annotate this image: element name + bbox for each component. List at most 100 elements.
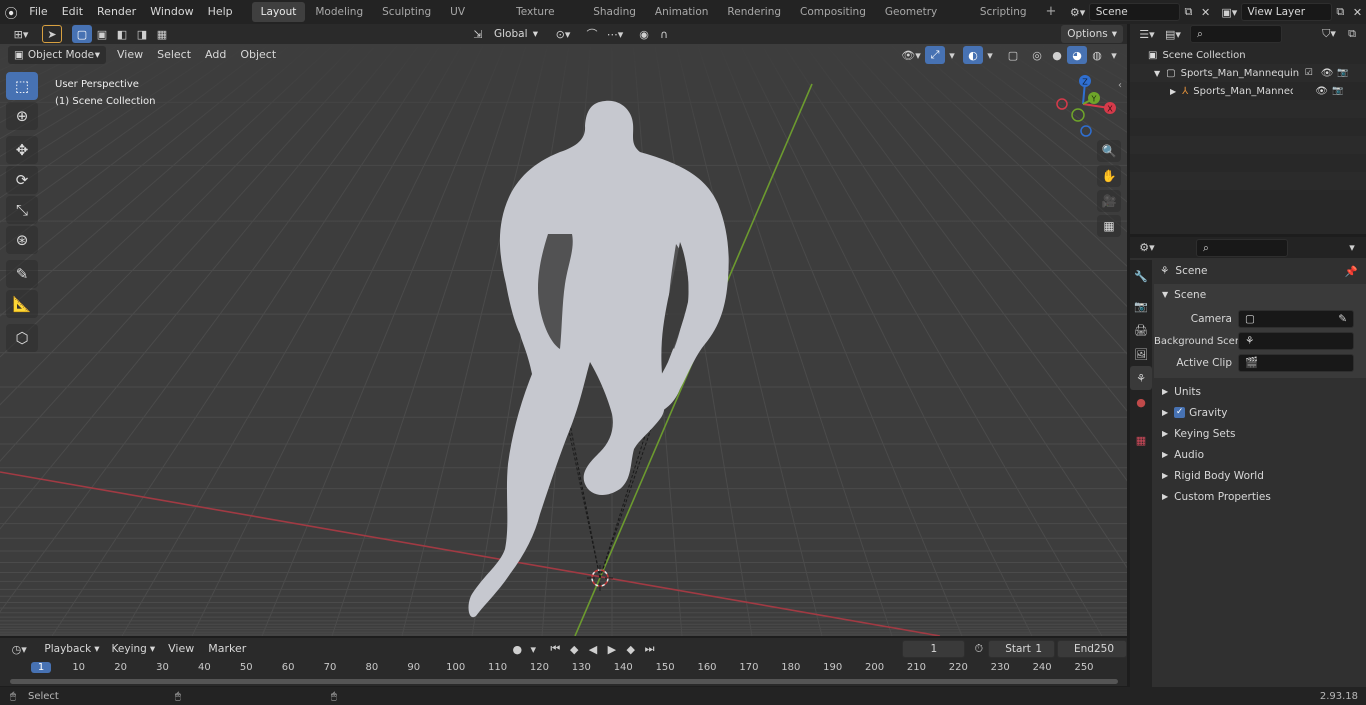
viewport-menu-view[interactable]: View bbox=[110, 45, 150, 65]
timeline-menu-marker[interactable]: Marker bbox=[201, 639, 253, 659]
transform-tool-icon[interactable]: ⊛ bbox=[6, 226, 38, 254]
texture-tab-icon[interactable]: ▦ bbox=[1130, 428, 1152, 452]
jump-start-icon[interactable]: ⏮ bbox=[546, 640, 565, 658]
play-icon[interactable]: ▶ bbox=[602, 640, 621, 658]
menu-edit[interactable]: Edit bbox=[55, 0, 90, 24]
jump-end-icon[interactable]: ⏭ bbox=[640, 640, 659, 658]
mode-dropdown[interactable]: ▣ Object Mode ▾ bbox=[8, 46, 106, 64]
editor-type-icon[interactable]: ⊞▾ bbox=[8, 25, 34, 43]
properties-options-icon[interactable]: ▾ bbox=[1342, 239, 1362, 257]
frame-ruler[interactable]: 1 10 20 30 40 50 60 70 80 90 100 110 120 130 140 150 160… bbox=[0, 662, 1127, 678]
delete-view-layer-icon[interactable]: ✕ bbox=[1349, 3, 1366, 21]
proportional-edit-icon[interactable]: ◉ bbox=[634, 25, 654, 43]
eye-icon[interactable]: 👁 bbox=[1321, 68, 1334, 79]
move-tool-icon[interactable]: ✥ bbox=[6, 136, 38, 164]
material-preview-icon[interactable]: ◕ bbox=[1067, 46, 1087, 64]
filter-icon[interactable]: ⛉▾ bbox=[1316, 25, 1342, 43]
outliner-search-input[interactable]: ⌕ bbox=[1190, 25, 1282, 43]
new-collection-icon[interactable]: ⧉ bbox=[1342, 25, 1362, 43]
transform-orientation-dropdown[interactable]: Global ▾ bbox=[488, 25, 544, 43]
scene-tab-icon[interactable]: ⚘ bbox=[1130, 366, 1152, 390]
tool-tab-icon[interactable]: 🔧 bbox=[1130, 264, 1152, 288]
background-scene-field[interactable]: ⚘ bbox=[1238, 332, 1354, 350]
orientation-icon[interactable]: ⇲ bbox=[468, 25, 488, 43]
timeline-scrollbar[interactable] bbox=[10, 679, 1118, 684]
scene-name-field[interactable]: Scene bbox=[1088, 3, 1180, 21]
select-extend-icon[interactable]: ▣ bbox=[92, 25, 112, 43]
current-frame-marker[interactable]: 1 bbox=[31, 662, 51, 673]
start-frame-field[interactable]: Start 1 bbox=[988, 640, 1055, 658]
view-layer-selector-icon[interactable]: ▣▾ bbox=[1218, 3, 1240, 21]
tab-rendering[interactable]: Rendering bbox=[718, 2, 790, 22]
sidebar-collapse-icon[interactable]: ‹ bbox=[1118, 80, 1122, 91]
expand-arrow-icon[interactable]: ▶ bbox=[1170, 87, 1176, 96]
panel-units-header[interactable]: ▶ Units bbox=[1154, 381, 1366, 402]
snap-icon[interactable]: ⌒ bbox=[582, 25, 602, 43]
tab-animation[interactable]: Animation bbox=[646, 2, 718, 22]
ortho-toggle-icon[interactable]: ▦ bbox=[1097, 215, 1121, 237]
solid-shading-icon[interactable]: ● bbox=[1047, 46, 1067, 64]
tab-compositing[interactable]: Compositing bbox=[791, 2, 875, 22]
tab-sculpting[interactable]: Sculpting bbox=[373, 2, 440, 22]
eye-icon[interactable]: 👁 bbox=[1315, 86, 1328, 97]
select-subtract-icon[interactable]: ◧ bbox=[112, 25, 132, 43]
tab-shading[interactable]: Shading bbox=[584, 2, 645, 22]
outliner-item-collection[interactable]: ▼ ▢ Sports_Man_Mannequin_Sittir ☑ 👁 📷 bbox=[1130, 64, 1366, 82]
properties-editor-type-icon[interactable]: ⚙▾ bbox=[1134, 239, 1160, 257]
stopwatch-icon[interactable]: ⏱ bbox=[969, 640, 988, 658]
camera-icon[interactable]: 📷 bbox=[1332, 86, 1343, 96]
pivot-point-icon[interactable]: ⊙▾ bbox=[550, 25, 576, 43]
world-tab-icon[interactable]: ● bbox=[1130, 390, 1152, 414]
view-layer-field[interactable]: View Layer bbox=[1240, 3, 1332, 21]
playback-dropdown[interactable]: Playback ▾ bbox=[38, 640, 106, 658]
panel-rigid-body-world-header[interactable]: ▶ Rigid Body World bbox=[1154, 465, 1366, 486]
next-keyframe-icon[interactable]: ◆ bbox=[621, 640, 640, 658]
3d-viewport[interactable]: Z X Y bbox=[0, 44, 1127, 636]
overlay-toggle-icon[interactable]: ◐ bbox=[963, 46, 983, 64]
annotate-tool-icon[interactable]: ✎ bbox=[6, 260, 38, 288]
properties-search-input[interactable]: ⌕ bbox=[1196, 238, 1288, 257]
new-scene-icon[interactable]: ⧉ bbox=[1180, 3, 1197, 21]
menu-file[interactable]: File bbox=[22, 0, 54, 24]
output-tab-icon[interactable]: 🖨 bbox=[1130, 318, 1152, 342]
proportional-falloff-icon[interactable]: ∩ bbox=[654, 25, 674, 43]
shading-dropdown-icon[interactable]: ▾ bbox=[1107, 46, 1121, 64]
overlay-dropdown-icon[interactable]: ▾ bbox=[983, 46, 997, 64]
menu-window[interactable]: Window bbox=[143, 0, 200, 24]
tab-modeling[interactable]: Modeling bbox=[306, 2, 372, 22]
eyedropper-icon[interactable]: ✎ bbox=[1338, 311, 1347, 327]
select-tool-icon[interactable]: ➤ bbox=[42, 25, 62, 43]
wireframe-shading-icon[interactable]: ◎ bbox=[1027, 46, 1047, 64]
rotate-tool-icon[interactable]: ⟳ bbox=[6, 166, 38, 194]
record-icon[interactable]: ● bbox=[508, 640, 527, 658]
select-new-icon[interactable]: ▢ bbox=[72, 25, 92, 43]
outliner-editor-type-icon[interactable]: ☰▾ bbox=[1134, 25, 1160, 43]
scene-selector-icon[interactable]: ⚙▾ bbox=[1066, 3, 1088, 21]
cursor-tool-icon[interactable]: ⊕ bbox=[6, 102, 38, 130]
pin-icon[interactable]: 📌 bbox=[1345, 265, 1358, 278]
pan-hand-icon[interactable]: ✋ bbox=[1097, 165, 1121, 187]
snap-target-icon[interactable]: ⋯▾ bbox=[602, 25, 628, 43]
menu-help[interactable]: Help bbox=[201, 0, 240, 24]
zoom-icon[interactable]: 🔍 bbox=[1097, 140, 1121, 162]
active-clip-field[interactable]: 🎬 bbox=[1238, 354, 1354, 372]
gizmo-dropdown-icon[interactable]: ▾ bbox=[945, 46, 959, 64]
add-cube-tool-icon[interactable]: ⬡ bbox=[6, 324, 38, 352]
tab-texture-paint[interactable]: Texture Paint bbox=[507, 2, 583, 38]
tab-geometry-nodes[interactable]: Geometry Nodes bbox=[876, 2, 970, 38]
view-layer-tab-icon[interactable]: 🖼 bbox=[1130, 342, 1152, 366]
camera-field[interactable]: ▢ ✎ bbox=[1238, 310, 1354, 328]
viewport-menu-object[interactable]: Object bbox=[233, 45, 283, 65]
xray-toggle-icon[interactable]: ▢ bbox=[1003, 46, 1023, 64]
tab-uv-editing[interactable]: UV Editing bbox=[441, 2, 506, 38]
display-mode-icon[interactable]: ▤▾ bbox=[1160, 25, 1186, 43]
delete-scene-icon[interactable]: ✕ bbox=[1197, 3, 1214, 21]
camera-view-icon[interactable]: 🎥 bbox=[1097, 190, 1121, 212]
expand-arrow-icon[interactable]: ▼ bbox=[1154, 69, 1160, 78]
select-intersect-icon[interactable]: ▦ bbox=[152, 25, 172, 43]
visibility-filter-icon[interactable]: 👁▾ bbox=[897, 46, 925, 64]
viewport-menu-add[interactable]: Add bbox=[198, 45, 233, 65]
add-workspace-icon[interactable]: + bbox=[1037, 2, 1066, 22]
select-invert-icon[interactable]: ◨ bbox=[132, 25, 152, 43]
end-frame-field[interactable]: End 250 bbox=[1057, 640, 1127, 658]
